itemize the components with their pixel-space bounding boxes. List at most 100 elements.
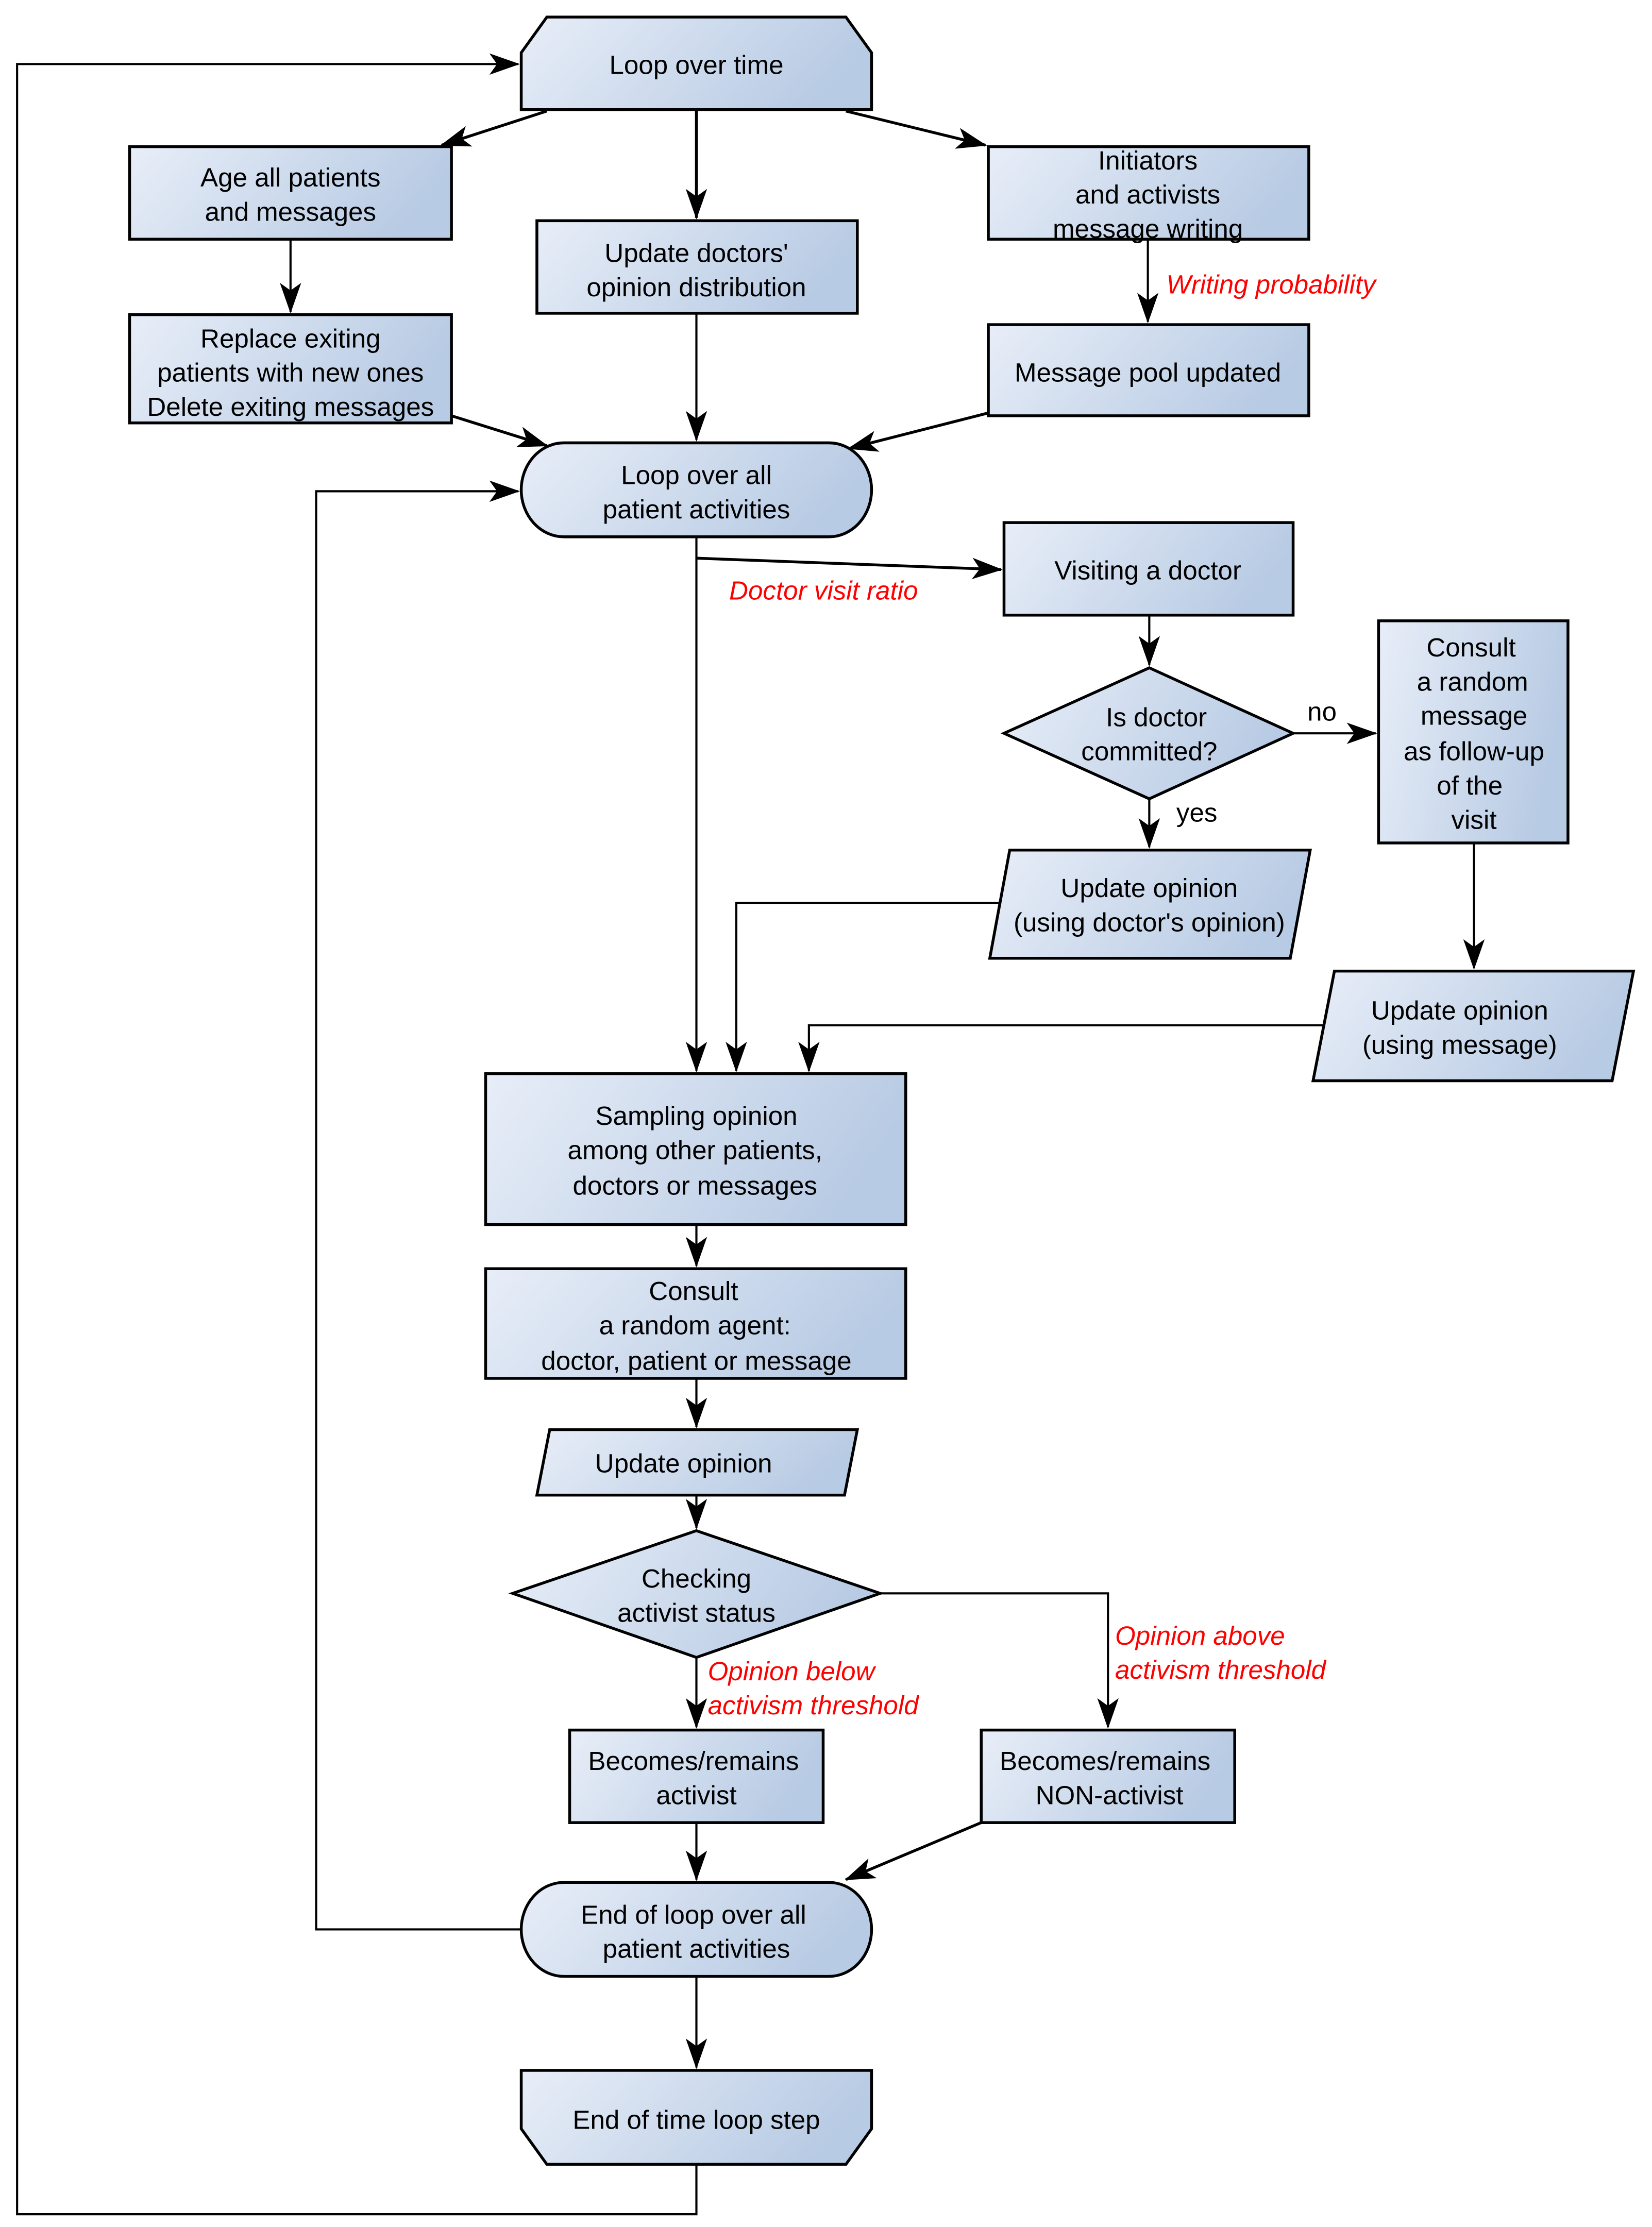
svg-text:doctor, patient or message: doctor, patient or message: [541, 1346, 851, 1375]
node-label: Consult: [649, 1276, 738, 1306]
node-label: End of time loop step: [572, 2105, 820, 2134]
node-update-doctors[interactable]: Update doctors' opinion distribution: [535, 219, 859, 315]
node-label: patient activities: [603, 1934, 790, 1964]
svg-text:message writing: message writing: [1053, 214, 1243, 243]
label-opinion-below-1: Opinion below: [708, 1657, 876, 1686]
node-message-pool[interactable]: Message pool updated: [987, 323, 1310, 417]
node-consult-random-agent[interactable]: Consult a random agent: doctor, patient …: [484, 1267, 907, 1380]
node-checking-activist-status[interactable]: Checking activist status: [508, 1529, 885, 1659]
node-label: among other patients,: [568, 1135, 822, 1165]
node-age-patients[interactable]: Age all patients and messages: [128, 145, 453, 241]
svg-text:Consult: Consult: [1426, 633, 1515, 662]
node-label: Update opinion: [595, 1448, 772, 1478]
edge-non-activist-to-end-loop: [844, 1821, 982, 1881]
svg-text:and activists: and activists: [1075, 180, 1220, 209]
node-initiators[interactable]: Initiators and activists message writing: [987, 145, 1310, 244]
node-label: Visiting a doctor: [1054, 556, 1241, 585]
node-label: Age all patients: [200, 163, 381, 192]
svg-text:activist: activist: [656, 1780, 736, 1810]
node-label: visit: [1452, 805, 1497, 834]
node-replace-exiting[interactable]: Replace exiting patients with new ones D…: [128, 313, 453, 425]
node-label: Loop over all: [621, 461, 772, 490]
node-loop-over-time[interactable]: Loop over time: [519, 15, 873, 111]
edge-update-message-opinion-to-sampling: [798, 1024, 1327, 1073]
node-label: Update opinion: [1371, 996, 1548, 1025]
svg-text:Initiators: Initiators: [1098, 146, 1198, 175]
svg-text:End of loop over all: End of loop over all: [581, 1900, 806, 1929]
label-no: no: [1307, 697, 1337, 726]
node-label: Initiators: [1098, 146, 1198, 175]
node-becomes-non-activist[interactable]: Becomes/remains NON-activist: [980, 1728, 1236, 1824]
node-visiting-doctor[interactable]: Visiting a doctor: [1002, 521, 1295, 617]
svg-text:Is doctor: Is doctor: [1106, 702, 1207, 732]
svg-text:committed?: committed?: [1081, 737, 1217, 766]
svg-text:Message pool updated: Message pool updated: [1015, 358, 1281, 387]
node-label: Consult: [1426, 633, 1515, 662]
svg-text:a random agent:: a random agent:: [599, 1310, 791, 1340]
node-label: NON-activist: [1036, 1780, 1184, 1810]
node-label: Becomes/remains: [588, 1746, 799, 1776]
node-update-opinion[interactable]: Update opinion: [535, 1428, 859, 1497]
edge-loop-time-to-age: [440, 109, 548, 147]
svg-text:Age all patients: Age all patients: [200, 163, 381, 192]
svg-text:as follow-up: as follow-up: [1404, 737, 1544, 766]
node-label: Replace exiting: [200, 324, 380, 353]
svg-text:a random: a random: [1417, 667, 1528, 696]
label-opinion-above-2: activism threshold: [1115, 1655, 1327, 1684]
node-consult-random-message[interactable]: Consult a random message as follow-up of…: [1377, 619, 1570, 845]
label-writing-probability: Writing probability: [1167, 269, 1378, 299]
node-is-doctor-committed[interactable]: Is doctor committed?: [1000, 666, 1297, 801]
node-label: a random: [1417, 667, 1528, 696]
svg-text:among other patients,: among other patients,: [568, 1135, 822, 1165]
node-label: Checking: [642, 1564, 751, 1593]
node-sampling-opinion[interactable]: Sampling opinion among other patients, d…: [484, 1072, 907, 1226]
svg-text:message: message: [1421, 701, 1527, 731]
node-label: of the: [1437, 771, 1503, 800]
edge-replace-to-loop-patients: [451, 414, 549, 447]
svg-text:activist status: activist status: [617, 1598, 776, 1628]
label-doctor-visit-ratio: Doctor visit ratio: [729, 576, 918, 605]
node-label: and activists: [1075, 180, 1220, 209]
svg-text:of the: of the: [1437, 771, 1503, 800]
svg-text:Update opinion: Update opinion: [1060, 873, 1238, 903]
node-becomes-activist[interactable]: Becomes/remains activist: [568, 1728, 825, 1824]
svg-text:(using doctor's opinion): (using doctor's opinion): [1014, 907, 1285, 937]
node-label: activist status: [617, 1598, 776, 1628]
node-update-opinion-message[interactable]: Update opinion (using message): [1311, 969, 1636, 1083]
node-update-opinion-doctor[interactable]: Update opinion (using doctor's opinion): [988, 849, 1312, 960]
edge-message-pool-to-loop-patients: [847, 411, 989, 452]
node-label: Message pool updated: [1015, 358, 1281, 387]
node-loop-patients[interactable]: Loop over all patient activities: [519, 441, 873, 538]
node-label: and messages: [205, 197, 376, 226]
node-label: doctors or messages: [573, 1171, 817, 1201]
node-label: message writing: [1053, 214, 1243, 243]
edge-loop-patients-to-visiting: [696, 556, 1003, 579]
node-end-time-loop-step[interactable]: End of time loop step: [519, 2069, 873, 2166]
node-label: a random agent:: [599, 1310, 791, 1340]
svg-text:Sampling opinion: Sampling opinion: [595, 1101, 797, 1131]
label-opinion-below-2: activism threshold: [708, 1691, 920, 1720]
svg-text:Consult: Consult: [649, 1276, 738, 1306]
flowchart: Loop over time Age all patients and mess…: [16, 15, 1636, 2216]
svg-text:Delete exiting messages: Delete exiting messages: [147, 392, 434, 421]
svg-text:Visiting a doctor: Visiting a doctor: [1054, 556, 1241, 585]
edge-loop-time-to-initiators: [846, 109, 987, 149]
svg-text:opinion distribution: opinion distribution: [586, 273, 806, 302]
node-label: as follow-up: [1404, 737, 1544, 766]
svg-text:doctors or messages: doctors or messages: [573, 1171, 817, 1201]
node-label: Delete exiting messages: [147, 392, 434, 421]
node-end-loop-patients[interactable]: End of loop over all patient activities: [519, 1881, 873, 1978]
node-label: patients with new ones: [157, 358, 424, 387]
svg-text:patients with new ones: patients with new ones: [157, 358, 424, 387]
node-label: patient activities: [603, 495, 790, 524]
svg-text:and messages: and messages: [205, 197, 376, 226]
svg-text:Update opinion: Update opinion: [1371, 996, 1548, 1025]
svg-text:visit: visit: [1452, 805, 1497, 834]
label-opinion-above-1: Opinion above: [1115, 1621, 1285, 1650]
svg-text:Becomes/remains: Becomes/remains: [588, 1746, 799, 1776]
svg-text:(using message): (using message): [1362, 1030, 1557, 1059]
node-label: committed?: [1081, 737, 1217, 766]
node-label: (using message): [1362, 1030, 1557, 1059]
node-label: Update opinion: [1060, 873, 1238, 903]
edge-update-doctor-opinion-to-sampling: [726, 901, 1000, 1073]
